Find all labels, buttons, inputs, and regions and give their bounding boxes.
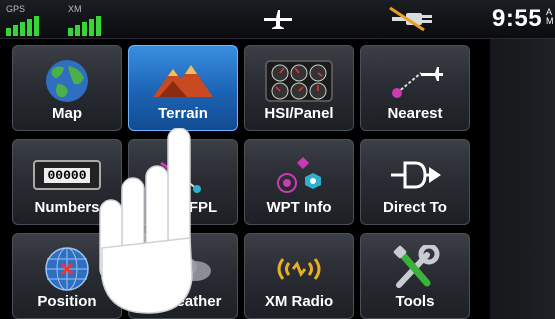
mountain-icon xyxy=(153,65,213,97)
globe-icon xyxy=(46,60,88,102)
xm-radio-button[interactable]: XM Radio xyxy=(244,233,354,319)
terrain-button[interactable]: Terrain xyxy=(128,45,238,131)
status-bar: GPS XM 9:55 A M xyxy=(0,0,555,39)
xm-label: XM xyxy=(68,4,82,14)
tools-label: Tools xyxy=(395,293,435,310)
gps-label: GPS xyxy=(6,4,26,14)
clock-time: 9:55 xyxy=(492,5,543,32)
waypoint-icon xyxy=(277,157,321,193)
clock-am-pm: A M xyxy=(546,7,554,26)
home-menu-grid: Map Terrain HSI/Panel Nearest 00000 Numb… xyxy=(0,39,490,319)
xm-signal-bars-icon xyxy=(68,16,101,36)
nearest-icon xyxy=(392,67,443,98)
instrument-panel-icon xyxy=(265,60,333,102)
map-button[interactable]: Map xyxy=(12,45,122,131)
nearest-label: Nearest xyxy=(387,105,443,122)
tools-button[interactable]: Tools xyxy=(360,233,470,319)
right-side-pane xyxy=(480,39,555,319)
tools-icon xyxy=(393,245,440,288)
position-icon xyxy=(45,247,89,291)
wpt-info-button[interactable]: WPT Info xyxy=(244,139,354,225)
nearest-button[interactable]: Nearest xyxy=(360,45,470,131)
hsi-panel-label: HSI/Panel xyxy=(264,105,334,122)
wpt-info-label: WPT Info xyxy=(266,199,332,216)
direct-to-label: Direct To xyxy=(383,199,447,216)
touch-hand-icon xyxy=(99,128,193,314)
direct-to-icon xyxy=(391,161,441,189)
hsi-panel-button[interactable]: HSI/Panel xyxy=(244,45,354,131)
map-label: Map xyxy=(52,105,82,122)
airplane-icon xyxy=(264,10,292,29)
terrain-label: Terrain xyxy=(158,105,208,122)
odometer-icon: 00000 xyxy=(33,160,101,190)
xm-radio-label: XM Radio xyxy=(264,293,334,310)
direct-to-button[interactable]: Direct To xyxy=(360,139,470,225)
xm-radio-icon xyxy=(277,258,321,280)
power-plug-icon xyxy=(389,6,432,32)
gps-signal-bars-icon xyxy=(6,16,39,36)
